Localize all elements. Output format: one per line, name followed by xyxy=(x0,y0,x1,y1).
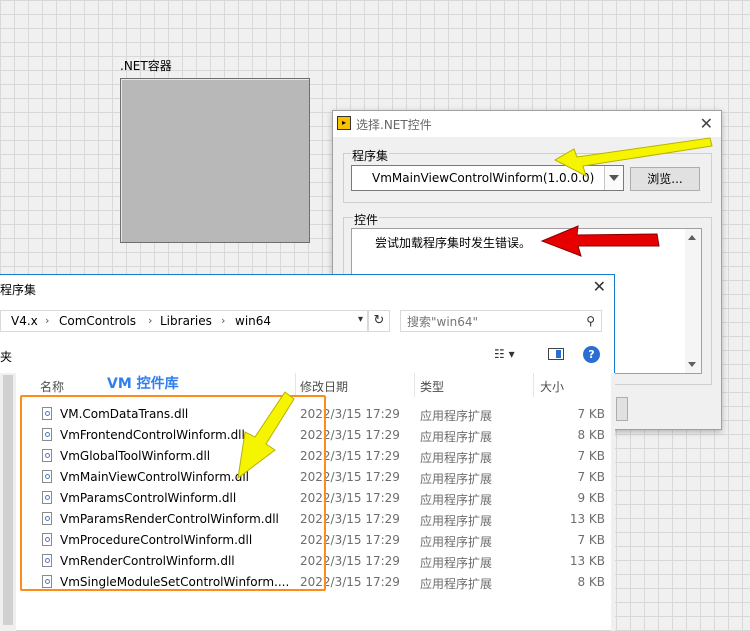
file-list-scrollbar[interactable] xyxy=(611,373,615,631)
column-header-name[interactable]: 名称 xyxy=(40,378,64,395)
column-divider[interactable] xyxy=(295,373,296,397)
browse-button[interactable]: 浏览... xyxy=(630,167,700,191)
chevron-right-icon: › xyxy=(45,314,50,327)
highlight-box xyxy=(20,395,326,591)
file-size: 9 KB xyxy=(577,491,605,505)
dialog-title: 选择.NET控件 xyxy=(356,118,432,132)
refresh-button[interactable]: ↻ xyxy=(368,310,390,332)
file-type: 应用程序扩展 xyxy=(420,451,493,465)
dialog-titlebar[interactable]: ▸ 选择.NET控件 ✕ xyxy=(333,111,721,137)
close-icon[interactable]: ✕ xyxy=(700,114,713,133)
view-options-icon[interactable]: ☷ ▾ xyxy=(494,347,528,363)
net-container[interactable] xyxy=(120,78,310,243)
file-type: 应用程序扩展 xyxy=(420,409,493,423)
error-message: 尝试加载程序集时发生错误。 xyxy=(375,236,532,250)
chevron-down-icon[interactable] xyxy=(604,166,623,190)
file-type: 应用程序扩展 xyxy=(420,472,493,486)
preview-pane-icon[interactable] xyxy=(548,348,564,360)
breadcrumb-item[interactable]: V4.x xyxy=(11,314,38,328)
close-icon[interactable]: ✕ xyxy=(593,277,606,296)
net-container-label: .NET容器 xyxy=(120,59,172,73)
address-bar[interactable]: V4.x › ComControls › Libraries › win64 ▾ xyxy=(0,310,368,332)
file-size: 13 KB xyxy=(569,512,605,526)
search-input[interactable] xyxy=(405,313,579,331)
file-type: 应用程序扩展 xyxy=(420,556,493,570)
breadcrumb-item[interactable]: win64 xyxy=(235,314,271,328)
file-size: 7 KB xyxy=(577,470,605,484)
explorer-title: 程序集 xyxy=(0,283,37,297)
nav-pane-scrollbar[interactable] xyxy=(0,373,16,631)
chevron-right-icon: › xyxy=(148,314,153,327)
toolbar-label[interactable]: 夹 xyxy=(0,348,12,365)
dialog-button-partial[interactable] xyxy=(616,397,628,421)
column-divider[interactable] xyxy=(533,373,534,397)
file-size: 7 KB xyxy=(577,533,605,547)
file-size: 8 KB xyxy=(577,575,605,589)
search-icon[interactable]: ⚲ xyxy=(586,314,595,328)
labview-app-icon: ▸ xyxy=(337,116,351,130)
file-size: 13 KB xyxy=(569,554,605,568)
assembly-dropdown[interactable]: VmMainViewControlWinform(1.0.0.0) xyxy=(351,165,624,191)
scroll-down-icon[interactable] xyxy=(688,362,696,367)
file-type: 应用程序扩展 xyxy=(420,577,493,591)
file-type: 应用程序扩展 xyxy=(420,493,493,507)
column-header-size[interactable]: 大小 xyxy=(540,378,564,395)
search-box[interactable]: ⚲ xyxy=(400,310,602,332)
scroll-up-icon[interactable] xyxy=(688,235,696,240)
help-icon[interactable]: ? xyxy=(583,346,600,363)
control-list-scrollbar[interactable] xyxy=(685,229,701,373)
assembly-dropdown-value: VmMainViewControlWinform(1.0.0.0) xyxy=(372,171,595,185)
file-size: 7 KB xyxy=(577,449,605,463)
chevron-right-icon: › xyxy=(221,314,226,327)
column-header-type[interactable]: 类型 xyxy=(420,378,444,395)
assembly-group-label: 程序集 xyxy=(351,147,390,164)
breadcrumb-item[interactable]: ComControls xyxy=(59,314,136,328)
file-type: 应用程序扩展 xyxy=(420,514,493,528)
scroll-thumb[interactable] xyxy=(3,375,13,625)
file-size: 8 KB xyxy=(577,428,605,442)
file-type: 应用程序扩展 xyxy=(420,430,493,444)
control-group-label: 控件 xyxy=(353,211,380,228)
annotation-label: VM 控件库 xyxy=(107,376,179,392)
file-size: 7 KB xyxy=(577,407,605,421)
column-header-date[interactable]: 修改日期 xyxy=(300,378,348,395)
column-divider[interactable] xyxy=(414,373,415,397)
chevron-down-icon[interactable]: ▾ xyxy=(358,314,363,325)
breadcrumb-item[interactable]: Libraries xyxy=(160,314,212,328)
file-type: 应用程序扩展 xyxy=(420,535,493,549)
